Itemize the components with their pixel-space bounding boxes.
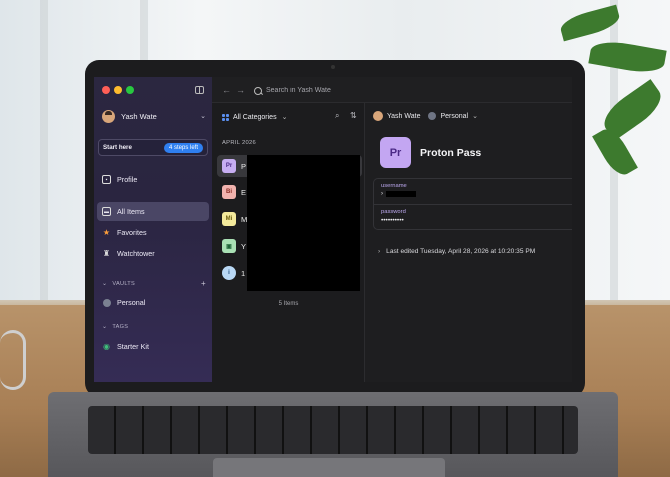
search-icon (254, 86, 262, 95)
username-redaction (386, 191, 416, 197)
identity-card-icon: ▣ (222, 239, 236, 253)
top-bar: ← → (212, 77, 572, 103)
keyboard (88, 406, 578, 454)
sidebar-item-starter-kit[interactable]: ◉ Starter Kit (97, 337, 209, 356)
item-badge: Bi (222, 185, 236, 199)
profile-icon: ▪ (102, 175, 111, 184)
divider (374, 204, 572, 205)
window-blind (40, 0, 48, 300)
sidebar-item-label: All Items (117, 207, 145, 216)
section-label: VAULTS (112, 280, 136, 287)
item-title: E (241, 187, 247, 197)
minimize-window-button[interactable] (114, 86, 122, 94)
add-vault-icon[interactable]: + (201, 279, 206, 288)
owner-name: Yash Wate (387, 112, 421, 120)
items-count: 5 Items (278, 301, 299, 307)
category-filter-label: All Categories (233, 113, 277, 121)
item-badge: i (222, 266, 236, 280)
password-label: password (381, 209, 406, 215)
sidebar-item-watchtower[interactable]: ♜ Watchtower (97, 244, 209, 263)
last-edited-text: Last edited Tuesday, April 28, 2026 at 1… (386, 248, 536, 255)
credentials-section: username › password •••••••••• (373, 178, 572, 230)
sidebar-item-all-items[interactable]: ▬ All Items (97, 202, 209, 221)
start-here-label: Start here (103, 144, 132, 151)
watchtower-icon: ♜ (102, 249, 111, 258)
start-here-banner[interactable]: Start here 4 steps left (98, 139, 208, 156)
back-arrow-icon[interactable]: ← (222, 85, 231, 95)
trackpad (213, 458, 445, 477)
category-filter[interactable]: All Categories ⌄ ⌕ ⇅ (222, 111, 360, 123)
item-detail: Yash Wate Personal ⌄ Pr Proton Pass user… (365, 103, 572, 382)
username-label: username (381, 183, 407, 189)
date-group-header: APRIL 2026 (222, 140, 257, 146)
password-value[interactable]: •••••••••• (381, 217, 404, 224)
username-value[interactable]: › (381, 191, 383, 197)
star-icon: ★ (102, 228, 111, 237)
chevron-down-icon: ⌄ (200, 113, 206, 120)
item-title: Y (241, 241, 247, 251)
close-window-button[interactable] (102, 86, 110, 94)
sidebar-item-label: Starter Kit (117, 342, 149, 351)
item-title: Proton Pass (420, 147, 482, 159)
vaults-header: ⌄ VAULTS + (102, 279, 206, 288)
item-badge: Pr (222, 159, 236, 173)
webcam (331, 65, 335, 69)
sidebar-item-label: Watchtower (117, 249, 155, 258)
item-title: P (241, 161, 247, 171)
paper-clip (0, 330, 26, 390)
all-items-icon: ▬ (102, 207, 111, 216)
vault-icon (102, 298, 111, 307)
section-label: TAGS (112, 323, 129, 330)
account-switcher[interactable]: Yash Wate ⌄ (102, 108, 206, 124)
sort-icon[interactable]: ⇅ (350, 111, 357, 120)
tags-header: ⌄ TAGS (102, 323, 206, 331)
item-list: All Categories ⌄ ⌕ ⇅ APRIL 2026 Pr P Bi … (212, 103, 365, 382)
chevron-right-icon: › (378, 248, 381, 255)
forward-arrow-icon[interactable]: → (236, 85, 245, 95)
steps-left-badge: 4 steps left (163, 142, 203, 153)
sidebar-item-label: Favorites (117, 228, 147, 237)
detail-owner-bar[interactable]: Yash Wate Personal ⌄ (373, 110, 478, 122)
avatar (102, 109, 115, 123)
chevron-down-icon: ⌄ (102, 324, 108, 330)
sidebar-toggle-icon[interactable] (195, 86, 204, 94)
sidebar: Yash Wate ⌄ Start here 4 steps left ▪ Pr… (94, 77, 212, 382)
sidebar-item-personal-vault[interactable]: Personal (97, 293, 209, 312)
item-logo: Pr (380, 137, 411, 168)
vault-name: Personal (440, 112, 469, 120)
item-title: 1 (241, 268, 246, 278)
sidebar-item-label: Profile (117, 175, 138, 184)
chevron-down-icon: ⌄ (281, 114, 288, 121)
sidebar-item-profile[interactable]: ▪ Profile (97, 170, 209, 189)
search-bar[interactable] (254, 84, 572, 97)
account-name: Yash Wate (121, 111, 157, 121)
sidebar-item-label: Personal (117, 298, 146, 307)
avatar (373, 111, 383, 121)
last-edited-row[interactable]: › Last edited Tuesday, April 28, 2026 at… (378, 248, 535, 255)
vault-icon (428, 112, 437, 120)
filter-search-icon[interactable]: ⌕ (335, 111, 339, 121)
app-window: Yash Wate ⌄ Start here 4 steps left ▪ Pr… (94, 77, 572, 382)
tag-icon: ◉ (103, 342, 110, 351)
redaction-overlay (247, 155, 360, 291)
item-badge: Mi (222, 212, 236, 226)
zoom-window-button[interactable] (126, 86, 134, 94)
chevron-down-icon: ⌄ (102, 281, 108, 287)
chevron-down-icon: ⌄ (472, 113, 478, 120)
sidebar-item-favorites[interactable]: ★ Favorites (97, 223, 209, 242)
search-input[interactable] (266, 87, 466, 94)
categories-grid-icon (222, 113, 229, 121)
